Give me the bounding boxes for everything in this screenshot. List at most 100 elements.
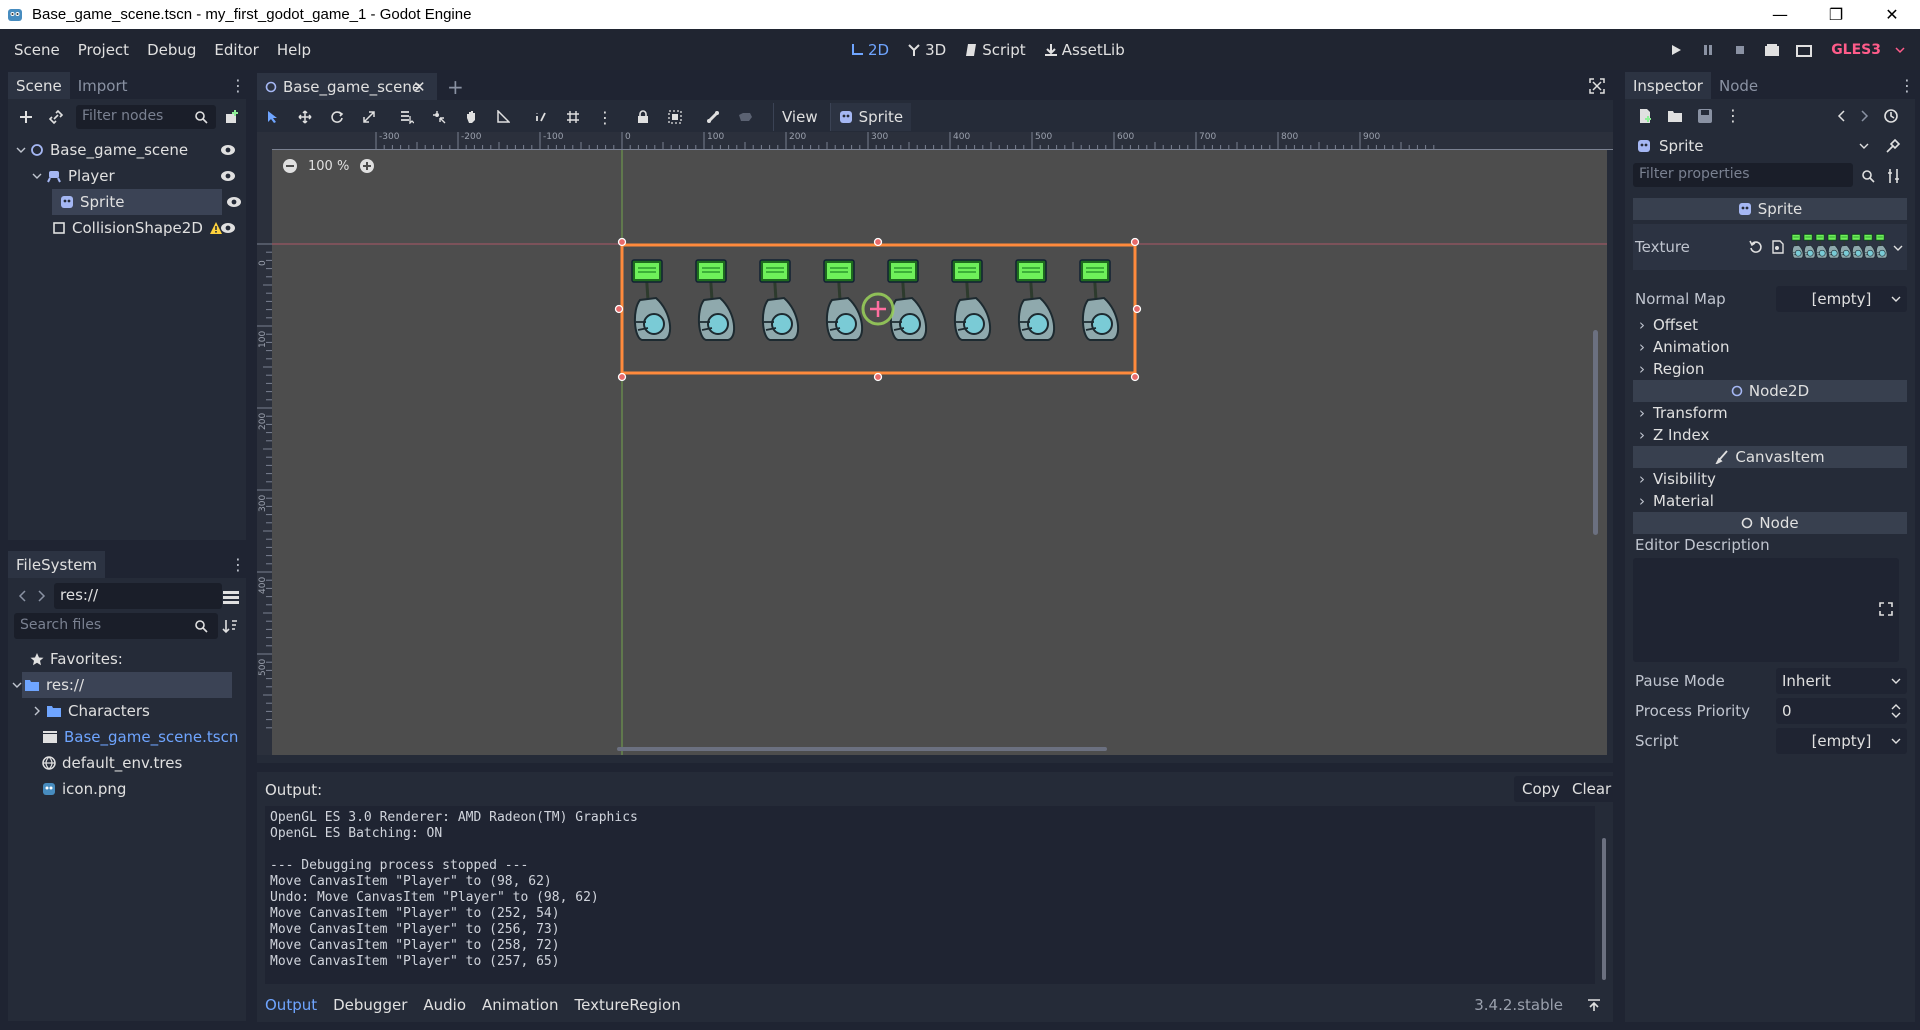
smart-snap-icon[interactable] — [525, 103, 557, 131]
new-tab-button[interactable]: + — [447, 75, 464, 99]
group-material[interactable]: › Material — [1633, 490, 1907, 512]
tab-inspector[interactable]: Inspector — [1625, 72, 1711, 99]
expand-bottom-panel-icon[interactable] — [1587, 998, 1601, 1012]
view-menu[interactable]: View — [773, 103, 826, 131]
rotate-mode-icon[interactable] — [321, 103, 353, 131]
sprite-menu[interactable]: Sprite — [829, 103, 912, 131]
filter-properties-input[interactable]: Filter properties — [1633, 163, 1853, 187]
tree-node-player[interactable]: Player — [8, 163, 246, 189]
pivot-mode-icon[interactable] — [423, 103, 455, 131]
chevron-down-icon[interactable] — [12, 680, 22, 690]
history-icon[interactable] — [1883, 108, 1899, 124]
history-back-icon[interactable] — [1837, 110, 1847, 122]
group-icon[interactable] — [659, 103, 691, 131]
bone-icon[interactable] — [697, 103, 729, 131]
fs-item-base-game-scene[interactable]: Base_game_scene.tscn — [8, 724, 246, 750]
renderer-selector[interactable]: GLES3 — [1831, 42, 1881, 58]
tab-base-game-scene[interactable]: Base_game_scene ✕ — [257, 73, 437, 100]
chevron-left-icon[interactable] — [18, 590, 28, 602]
visibility-eye-icon[interactable] — [220, 143, 236, 157]
instance-scene-icon[interactable] — [224, 109, 240, 125]
group-visibility[interactable]: › Visibility — [1633, 468, 1907, 490]
tab-animation[interactable]: Animation — [482, 996, 558, 1014]
play-custom-scene-icon[interactable] — [1795, 41, 1813, 59]
visibility-eye-icon[interactable] — [220, 169, 236, 183]
texture-preview[interactable] — [1789, 232, 1889, 262]
open-folder-icon[interactable] — [1667, 108, 1683, 124]
fs-item-res-root[interactable]: res:// — [12, 672, 232, 698]
copy-button[interactable]: Copy — [1514, 776, 1569, 802]
chevron-down-icon[interactable] — [1893, 243, 1903, 253]
fs-item-default-env[interactable]: default_env.tres — [8, 750, 246, 776]
tab-node[interactable]: Node — [1711, 72, 1766, 99]
workspace-script[interactable]: Script — [964, 41, 1026, 59]
output-log[interactable]: OpenGL ES 3.0 Renderer: AMD Radeon(TM) G… — [265, 806, 1595, 984]
chevron-down-icon[interactable] — [16, 145, 26, 155]
tab-output[interactable]: Output — [265, 996, 317, 1014]
property-options-icon[interactable] — [1887, 168, 1901, 184]
expand-icon[interactable] — [1879, 602, 1893, 616]
tree-node-collisionshape2d[interactable]: CollisionShape2D — [8, 215, 246, 241]
normal-map-value[interactable]: [empty] — [1776, 286, 1907, 312]
tab-import[interactable]: Import — [70, 72, 136, 99]
tab-audio[interactable]: Audio — [423, 996, 466, 1014]
spinner-arrows-icon[interactable] — [1891, 703, 1901, 719]
clear-button[interactable]: Clear — [1564, 776, 1620, 802]
menu-debug[interactable]: Debug — [138, 41, 205, 59]
tab-filesystem[interactable]: FileSystem — [8, 551, 106, 578]
play-scene-icon[interactable] — [1763, 41, 1781, 59]
pause-icon[interactable] — [1699, 41, 1717, 59]
canvas-viewport[interactable]: 100 % — [272, 150, 1607, 755]
output-scrollbar[interactable] — [1602, 838, 1606, 980]
workspace-assetlib[interactable]: AssetLib — [1044, 41, 1125, 59]
tree-node-sprite[interactable]: Sprite — [52, 189, 222, 215]
path-input[interactable]: res:// — [54, 583, 222, 609]
group-transform[interactable]: › Transform — [1633, 402, 1907, 424]
menu-scene[interactable]: Scene — [5, 41, 69, 59]
play-icon[interactable] — [1667, 41, 1685, 59]
minimize-button[interactable]: — — [1752, 0, 1808, 29]
editor-description-field[interactable] — [1633, 558, 1899, 662]
lock-icon[interactable] — [627, 103, 659, 131]
list-view-icon[interactable] — [222, 589, 240, 605]
tab-scene[interactable]: Scene — [8, 72, 70, 99]
fs-item-characters[interactable]: Characters — [8, 698, 246, 724]
close-button[interactable]: ✕ — [1864, 0, 1920, 29]
object-selector[interactable]: Sprite — [1633, 134, 1873, 158]
distraction-free-icon[interactable] — [1589, 78, 1605, 94]
snap-options-icon[interactable]: ⋮ — [589, 103, 621, 131]
pan-mode-icon[interactable] — [455, 103, 487, 131]
history-forward-icon[interactable] — [1859, 110, 1869, 122]
menu-help[interactable]: Help — [268, 41, 320, 59]
tab-debugger[interactable]: Debugger — [333, 996, 407, 1014]
override-camera-icon[interactable] — [729, 103, 761, 131]
visibility-eye-icon[interactable] — [226, 195, 242, 209]
script-value[interactable]: [empty] — [1776, 728, 1907, 754]
list-select-icon[interactable] — [391, 103, 423, 131]
visibility-eye-icon[interactable] — [220, 221, 236, 235]
fs-item-icon-png[interactable]: icon.png — [8, 776, 246, 802]
resource-menu-icon[interactable]: ⋮ — [1725, 106, 1741, 125]
scale-mode-icon[interactable] — [353, 103, 385, 131]
tab-textureregion[interactable]: TextureRegion — [574, 996, 680, 1014]
search-files-input[interactable]: Search files — [14, 613, 218, 639]
chevron-right-icon[interactable] — [32, 706, 42, 716]
group-region[interactable]: › Region — [1633, 358, 1907, 380]
sort-icon[interactable] — [222, 618, 238, 634]
select-mode-icon[interactable] — [257, 103, 289, 131]
stop-icon[interactable] — [1731, 41, 1749, 59]
dock-menu-icon[interactable]: ⋮ — [230, 555, 246, 575]
zoom-out-icon[interactable] — [282, 158, 298, 174]
dock-menu-icon[interactable]: ⋮ — [230, 76, 246, 96]
zoom-in-icon[interactable] — [359, 158, 375, 174]
node-tools-icon[interactable] — [1885, 138, 1901, 154]
move-mode-icon[interactable] — [289, 103, 321, 131]
workspace-2d[interactable]: 2D — [850, 41, 889, 59]
link-icon[interactable] — [48, 109, 64, 125]
close-tab-icon[interactable]: ✕ — [413, 78, 426, 96]
pause-mode-dropdown[interactable]: Inherit — [1776, 668, 1907, 694]
tree-node-base-game-scene[interactable]: Base_game_scene — [8, 137, 246, 163]
menu-project[interactable]: Project — [69, 41, 138, 59]
revert-icon[interactable] — [1749, 240, 1763, 254]
favorites-row[interactable]: Favorites: — [8, 646, 246, 672]
